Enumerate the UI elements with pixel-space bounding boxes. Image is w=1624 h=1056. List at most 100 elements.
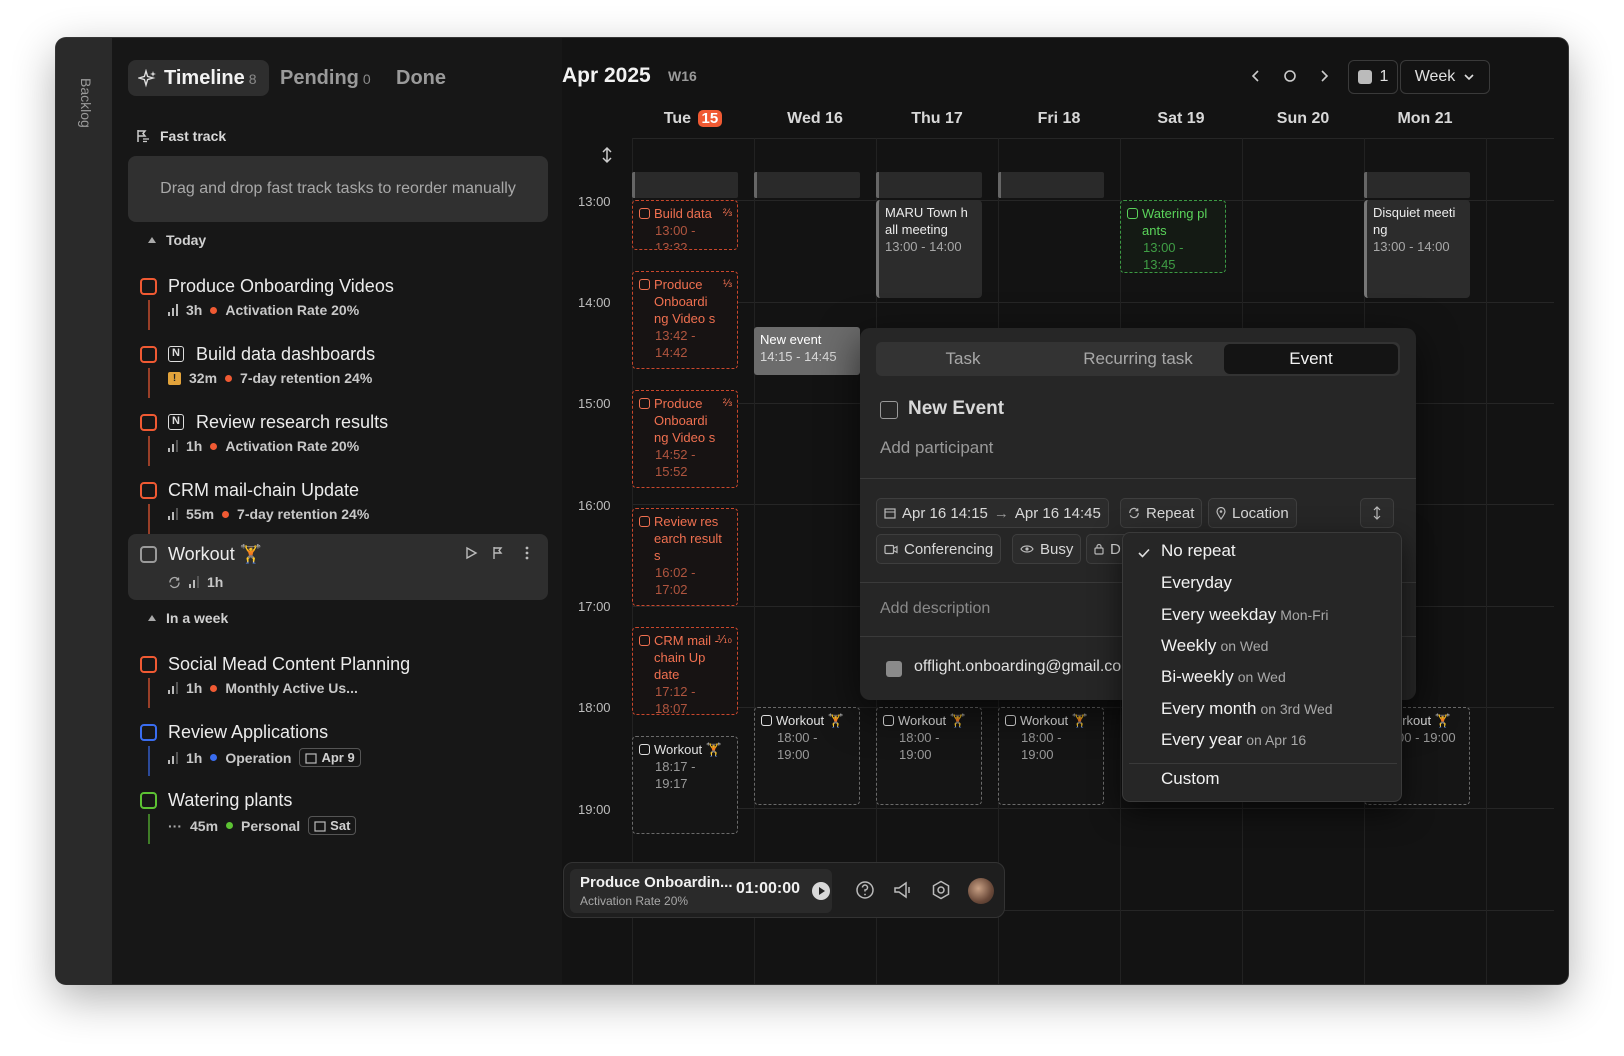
task-checkbox[interactable]: [140, 724, 157, 741]
task-item[interactable]: Produce Onboarding Videos 3h Activation …: [128, 266, 548, 332]
video-icon: [884, 544, 898, 554]
date-range-chip[interactable]: Apr 16 14:15 → Apr 16 14:45: [876, 498, 1109, 528]
task-checkbox[interactable]: [140, 546, 157, 563]
event-checkbox[interactable]: [639, 208, 650, 219]
play-icon[interactable]: [462, 544, 480, 562]
goal-dot: [210, 306, 218, 314]
event-checkbox[interactable]: [639, 279, 650, 290]
task-event-crm[interactable]: CRM mail -chain Up date ⅒ 17:12 - 18:07: [632, 627, 738, 715]
repeat-option-none[interactable]: No repeat: [1161, 541, 1236, 561]
event-checkbox[interactable]: [639, 635, 650, 646]
task-item[interactable]: Review Applications 1h Operation Apr 9: [128, 712, 548, 778]
current-task[interactable]: Produce Onboardin... Activation Rate 20%…: [570, 869, 832, 913]
description-input[interactable]: Add description: [880, 600, 990, 618]
event-time: 13:00 - 13:45: [1143, 240, 1184, 272]
repeat-option-weekday[interactable]: Every weekday Mon-Fri: [1161, 605, 1329, 625]
app-window: Backlog Timeline 8 Pending 0 Done Fast tra…: [56, 38, 1568, 984]
task-event-workout[interactable]: Workout 🏋️ 18:00 - 19:00: [998, 707, 1104, 805]
settings-icon[interactable]: [930, 879, 952, 901]
event-title: Workout 🏋️: [1020, 713, 1088, 728]
backlog-label[interactable]: Backlog: [74, 70, 94, 136]
task-checkbox[interactable]: [140, 482, 157, 499]
task-item[interactable]: N Build data dashboards ! 32m 7-day rete…: [128, 334, 548, 400]
notion-icon: N: [168, 414, 184, 430]
event-checkbox[interactable]: [639, 516, 650, 527]
expand-button[interactable]: [1360, 498, 1394, 528]
fast-track-dropzone[interactable]: Drag and drop fast track tasks to reorde…: [128, 156, 548, 222]
task-event-produce-2[interactable]: Produce Onboardi ng Video s ⅔ 14:52 - 15…: [632, 390, 738, 488]
event-checkbox[interactable]: [1005, 715, 1016, 726]
event-checkbox[interactable]: [639, 744, 650, 755]
tab-done[interactable]: Done: [396, 60, 446, 96]
task-meta: ··· 45m Personal Sat: [168, 816, 357, 835]
task-goal: Monthly Active Us...: [225, 680, 358, 696]
task-item[interactable]: N Review research results 1h Activation …: [128, 402, 548, 468]
tab-event[interactable]: Event: [1224, 344, 1398, 374]
day-num: 17: [944, 110, 963, 127]
more-icon[interactable]: [518, 544, 536, 562]
tab-task[interactable]: Task: [876, 342, 1050, 376]
fast-track-toggle-icon[interactable]: [490, 544, 508, 562]
tab-pending[interactable]: Pending 0: [280, 60, 371, 96]
section-today[interactable]: Today: [148, 232, 206, 248]
task-checkbox[interactable]: [140, 792, 157, 809]
task-event-review[interactable]: Review res earch result s 16:02 - 17:02: [632, 508, 738, 606]
participant-input[interactable]: Add participant: [880, 438, 993, 458]
expand-vertical-icon[interactable]: [600, 146, 614, 164]
task-item[interactable]: Social Mead Content Planning 1h Monthly …: [128, 644, 548, 710]
day-header-sun[interactable]: Sun 20: [1242, 110, 1364, 134]
task-checkbox[interactable]: [140, 278, 157, 295]
task-item[interactable]: CRM mail-chain Update 55m 7-day retentio…: [128, 470, 548, 536]
event-new-draft[interactable]: New event 14:15 - 14:45: [754, 327, 860, 375]
event-checkbox[interactable]: [883, 715, 894, 726]
task-event-workout[interactable]: Workout 🏋️ 18:17 - 19:17: [632, 736, 738, 834]
task-checkbox[interactable]: [140, 656, 157, 673]
hour-label: 18:00: [578, 700, 611, 715]
fast-track-header: Fast track: [136, 126, 226, 146]
task-item-workout[interactable]: Workout 🏋️ 1h: [128, 534, 548, 600]
tab-recurring-task[interactable]: Recurring task: [1051, 342, 1225, 376]
task-event-build[interactable]: Build data ⅔ 13:00 - 13:32: [632, 200, 738, 250]
section-week[interactable]: In a week: [148, 610, 228, 626]
task-checkbox[interactable]: [140, 414, 157, 431]
day-header-sat[interactable]: Sat 19: [1120, 110, 1242, 134]
tab-timeline[interactable]: Timeline 8: [128, 60, 269, 96]
play-icon[interactable]: [812, 882, 830, 900]
task-item[interactable]: Watering plants ··· 45m Personal Sat: [128, 780, 548, 846]
busy-chip[interactable]: Busy: [1012, 534, 1082, 564]
repeat-option-weekly[interactable]: Weekly on Wed: [1161, 636, 1268, 656]
recurring-icon: [169, 576, 180, 588]
task-event-workout[interactable]: Workout 🏋️ 18:00 - 19:00: [754, 707, 860, 805]
backlog-rail[interactable]: Backlog: [56, 38, 112, 984]
effort-bars-icon: [168, 304, 178, 316]
megaphone-icon[interactable]: [892, 879, 914, 901]
event-checkbox[interactable]: [639, 398, 650, 409]
event-disquiet[interactable]: Disquiet meeti ng 13:00 - 14:00: [1364, 200, 1470, 298]
event-maru[interactable]: MARU Town h all meeting 13:00 - 14:00: [876, 200, 982, 298]
repeat-option-everyday[interactable]: Everyday: [1161, 573, 1232, 593]
repeat-option-yearly[interactable]: Every year on Apr 16: [1161, 730, 1306, 750]
day-header-mon[interactable]: Mon 21: [1364, 110, 1486, 134]
day-header-fri[interactable]: Fri 18: [998, 110, 1120, 134]
help-icon[interactable]: [854, 879, 876, 901]
task-event-watering[interactable]: Watering pl ants 13:00 - 13:45: [1120, 200, 1226, 273]
event-checkbox[interactable]: [1127, 208, 1138, 219]
calendar-account[interactable]: offlight.onboarding@gmail.co: [914, 658, 1121, 676]
task-event-workout[interactable]: Workout 🏋️ 18:00 - 19:00: [876, 707, 982, 805]
event-checkbox[interactable]: [761, 715, 772, 726]
day-header-thu[interactable]: Thu 17: [876, 110, 998, 134]
repeat-chip[interactable]: Repeat: [1120, 498, 1203, 528]
task-checkbox[interactable]: [140, 346, 157, 363]
event-type-tabs: Task Recurring task Event: [876, 342, 1400, 376]
repeat-option-custom[interactable]: Custom: [1161, 769, 1220, 789]
day-header-tue[interactable]: Tue 15: [632, 110, 754, 134]
event-title-input[interactable]: New Event: [908, 398, 1004, 420]
avatar[interactable]: [968, 878, 994, 904]
task-event-produce-1[interactable]: Produce Onboardi ng Video s ⅓ 13:42 - 14…: [632, 271, 738, 369]
repeat-label: Repeat: [1146, 504, 1195, 522]
location-chip[interactable]: Location: [1208, 498, 1297, 528]
conferencing-chip[interactable]: Conferencing: [876, 534, 1002, 564]
day-header-wed[interactable]: Wed 16: [754, 110, 876, 134]
repeat-option-biweekly[interactable]: Bi-weekly on Wed: [1161, 667, 1286, 687]
repeat-option-monthly[interactable]: Every month on 3rd Wed: [1161, 699, 1333, 719]
